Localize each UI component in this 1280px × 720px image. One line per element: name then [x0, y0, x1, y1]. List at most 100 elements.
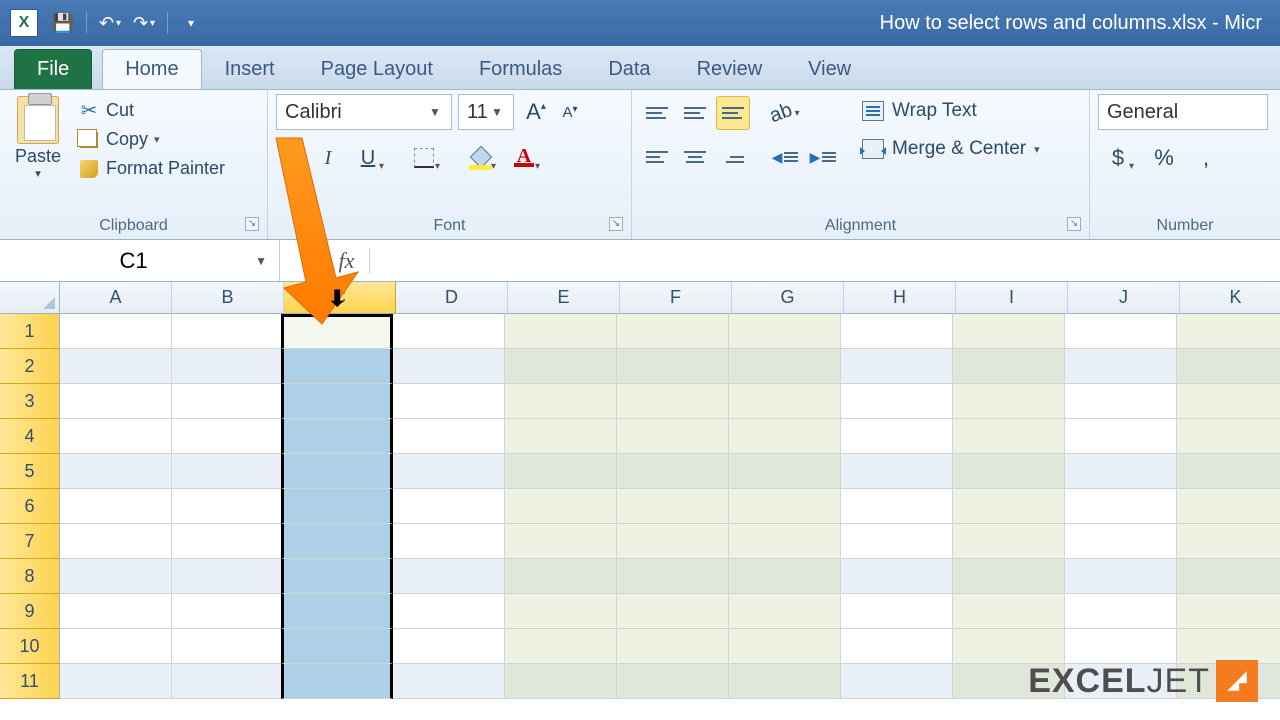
column-header-h[interactable]: H	[844, 282, 956, 314]
cell[interactable]	[1065, 419, 1177, 454]
cell[interactable]	[172, 349, 284, 384]
cell[interactable]	[281, 419, 393, 454]
cell[interactable]	[617, 489, 729, 524]
formula-input[interactable]	[380, 240, 1280, 281]
cell[interactable]	[1177, 314, 1280, 349]
cell[interactable]	[172, 314, 284, 349]
cell[interactable]	[60, 594, 172, 629]
cell[interactable]	[841, 454, 953, 489]
cut-button[interactable]: ✂ Cut	[74, 98, 229, 123]
cell[interactable]	[617, 349, 729, 384]
cell[interactable]	[841, 489, 953, 524]
row-header-9[interactable]: 9	[0, 594, 60, 629]
cell[interactable]	[1065, 559, 1177, 594]
cell[interactable]	[1177, 489, 1280, 524]
cell[interactable]	[1177, 559, 1280, 594]
align-top-button[interactable]	[640, 96, 674, 130]
tab-home[interactable]: Home	[102, 49, 201, 89]
cell[interactable]	[1177, 384, 1280, 419]
cell[interactable]	[281, 384, 393, 419]
tab-view[interactable]: View	[785, 49, 874, 89]
font-size-combo[interactable]: 11▼	[458, 94, 514, 130]
row-header-5[interactable]: 5	[0, 454, 60, 489]
column-header-j[interactable]: J	[1068, 282, 1180, 314]
cell[interactable]	[60, 629, 172, 664]
cell[interactable]	[729, 524, 841, 559]
currency-button[interactable]: $▾	[1098, 140, 1138, 176]
cell[interactable]	[729, 664, 841, 699]
column-header-k[interactable]: K	[1180, 282, 1280, 314]
cell[interactable]	[841, 314, 953, 349]
cell[interactable]	[1065, 629, 1177, 664]
cell[interactable]	[172, 489, 284, 524]
cell[interactable]	[1065, 384, 1177, 419]
cell[interactable]	[1065, 349, 1177, 384]
fill-color-button[interactable]: ▾	[460, 140, 500, 176]
cell[interactable]	[953, 524, 1065, 559]
cell[interactable]	[60, 664, 172, 699]
cell[interactable]	[841, 524, 953, 559]
row-header-3[interactable]: 3	[0, 384, 60, 419]
percent-button[interactable]: %	[1148, 140, 1180, 176]
qat-save-button[interactable]: 💾	[48, 8, 78, 38]
paste-icon[interactable]	[17, 96, 59, 144]
cell[interactable]	[617, 524, 729, 559]
cell[interactable]	[953, 419, 1065, 454]
cell[interactable]	[617, 629, 729, 664]
row-header-6[interactable]: 6	[0, 489, 60, 524]
cell[interactable]	[953, 559, 1065, 594]
cell[interactable]	[172, 454, 284, 489]
clipboard-launcher[interactable]: ↘	[245, 217, 259, 231]
column-header-i[interactable]: I	[956, 282, 1068, 314]
font-color-button[interactable]: A▾	[504, 140, 544, 176]
cell[interactable]	[172, 419, 284, 454]
qat-customize-button[interactable]: ▾	[176, 8, 206, 38]
cell[interactable]	[505, 559, 617, 594]
row-header-7[interactable]: 7	[0, 524, 60, 559]
cell[interactable]	[393, 314, 505, 349]
shrink-font-button[interactable]: A▾	[554, 94, 586, 130]
cell[interactable]	[841, 629, 953, 664]
cell[interactable]	[172, 664, 284, 699]
cell[interactable]	[1065, 454, 1177, 489]
format-painter-button[interactable]: Format Painter	[74, 156, 229, 181]
cell[interactable]	[729, 559, 841, 594]
cell[interactable]	[505, 419, 617, 454]
cell[interactable]	[1065, 524, 1177, 559]
cell[interactable]	[393, 384, 505, 419]
cell[interactable]	[505, 314, 617, 349]
cell[interactable]	[60, 419, 172, 454]
wrap-text-button[interactable]: Wrap Text	[856, 96, 1046, 126]
align-bottom-button[interactable]	[716, 96, 750, 130]
cell[interactable]	[393, 594, 505, 629]
cell[interactable]	[281, 629, 393, 664]
cell[interactable]	[505, 664, 617, 699]
cell[interactable]	[281, 349, 393, 384]
row-header-8[interactable]: 8	[0, 559, 60, 594]
cell[interactable]	[172, 629, 284, 664]
cell[interactable]	[841, 594, 953, 629]
cell[interactable]	[617, 419, 729, 454]
cell[interactable]	[953, 454, 1065, 489]
align-middle-button[interactable]	[678, 96, 712, 130]
cell[interactable]	[172, 384, 284, 419]
align-center-button[interactable]	[678, 140, 712, 174]
cell[interactable]	[172, 524, 284, 559]
bold-button[interactable]: B	[276, 140, 308, 176]
cell[interactable]	[617, 664, 729, 699]
cell[interactable]	[393, 629, 505, 664]
cell[interactable]	[617, 454, 729, 489]
cell[interactable]	[393, 454, 505, 489]
row-header-2[interactable]: 2	[0, 349, 60, 384]
cell[interactable]	[1065, 314, 1177, 349]
align-right-button[interactable]	[716, 140, 750, 174]
cell[interactable]	[729, 489, 841, 524]
cell[interactable]	[281, 489, 393, 524]
border-button[interactable]: ▾	[404, 140, 444, 176]
cell[interactable]	[617, 559, 729, 594]
cell[interactable]	[393, 489, 505, 524]
cell[interactable]	[393, 419, 505, 454]
cell[interactable]	[281, 559, 393, 594]
cell[interactable]	[841, 384, 953, 419]
cell[interactable]	[60, 314, 172, 349]
